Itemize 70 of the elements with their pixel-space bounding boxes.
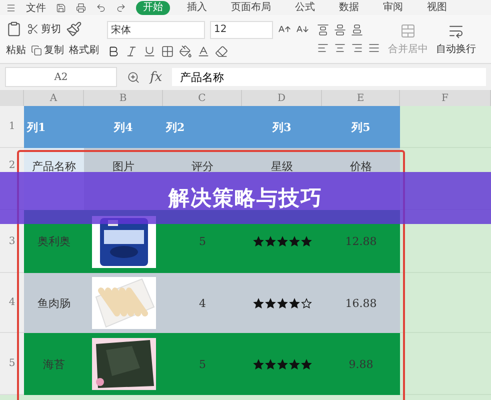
row-header[interactable]: 1 [0,106,24,148]
bold-icon[interactable] [107,44,120,58]
clipboard-icon[interactable] [6,21,22,37]
justify-icon[interactable] [368,42,380,54]
format-painter-button[interactable]: 格式刷 [69,43,99,57]
table-cell: 列3 [242,106,322,148]
star-icon [288,298,300,308]
star-icon [264,358,276,370]
star-icon [300,236,312,247]
table-cell: 海苔 [24,333,84,395]
star-icon [276,236,288,247]
fill-color-icon[interactable] [179,44,192,58]
italic-icon[interactable] [125,44,138,58]
wrap-text-button[interactable]: 自动换行 [436,42,476,56]
scissors-icon[interactable] [27,23,39,35]
eraser-icon[interactable] [215,44,228,58]
align-top-icon[interactable] [317,24,329,36]
ribbon-tab[interactable]: 审阅 [376,0,410,14]
star-icon [264,298,276,308]
font-color-icon[interactable] [197,44,210,58]
table-cell: 鱼肉肠 [24,273,84,333]
table-cell: 4 [163,273,242,333]
star-icon [252,298,264,308]
menu-icon[interactable] [6,2,16,12]
star-icon [252,236,264,247]
star-icon [276,358,288,370]
star-icon [288,236,300,247]
ribbon-tab[interactable]: 公式 [288,0,322,14]
paintbrush-icon[interactable] [66,21,82,37]
formula-field[interactable]: 产品名称 [172,68,486,86]
table-cell: 列2 [163,106,242,148]
cell-reference-field[interactable]: A2 [5,67,117,87]
table-cell: 列1 [24,106,84,148]
table-cell: 列5 [322,106,400,148]
table-cell: 5 [163,333,242,395]
font-size-field[interactable]: 12 [210,20,273,38]
align-left-icon[interactable] [317,42,329,54]
zoom-icon[interactable] [127,70,140,84]
border-icon[interactable] [161,44,174,58]
ribbon-tab[interactable]: 数据 [332,0,366,14]
align-bottom-icon[interactable] [351,24,363,36]
print-icon[interactable] [76,2,86,12]
table-cell: 9.88 [322,333,400,395]
ribbon-tab[interactable]: 视图 [420,0,454,14]
copy-button[interactable]: 复制 [44,43,64,57]
redo-icon[interactable] [116,2,126,12]
align-center-icon[interactable] [334,42,346,54]
undo-icon[interactable] [96,2,106,12]
align-right-icon[interactable] [351,42,363,54]
ribbon-tab[interactable]: 插入 [180,0,214,14]
file-menu[interactable]: 文件 [26,0,46,14]
row-header[interactable]: 5 [0,333,24,395]
font-field[interactable]: 宋体 [107,20,205,38]
star-icon [288,358,300,370]
star-icon [252,358,264,370]
star-icon [264,236,276,247]
table-cell: 16.88 [322,273,400,333]
copy-icon[interactable] [31,44,42,56]
star-icon [300,358,312,370]
ribbon-tab[interactable]: 页面布局 [224,0,278,14]
save-icon[interactable] [56,2,66,12]
star-icon [276,298,288,308]
star-icon [300,298,312,308]
cut-button[interactable]: 剪切 [41,22,61,36]
align-middle-icon[interactable] [334,24,346,36]
table-cell: 列4 [84,106,163,148]
function-label[interactable]: fx [150,70,162,84]
row-header[interactable]: 4 [0,273,24,333]
paste-button[interactable]: 粘贴 [6,43,26,57]
underline-icon[interactable] [143,44,156,58]
